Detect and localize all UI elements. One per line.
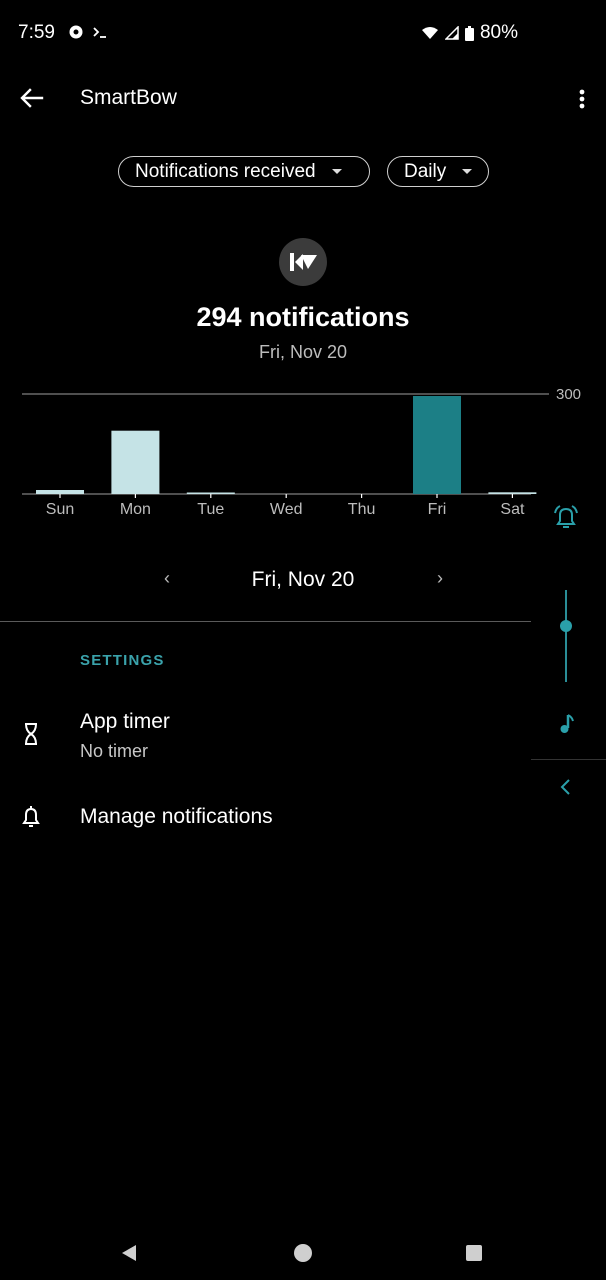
- daily-bar-chart: 300 Sun Mon Tue Wed Thu Fri Sat: [22, 386, 581, 518]
- bell-icon: [22, 806, 40, 827]
- x-tick-label: Fri: [428, 501, 447, 518]
- x-tick-label: Wed: [270, 501, 303, 518]
- app-title: SmartBow: [80, 86, 177, 109]
- bar-mon[interactable]: [111, 430, 160, 494]
- app-status-icon: [69, 25, 83, 39]
- nav-recents-icon[interactable]: [466, 1245, 482, 1261]
- ring-bell-icon[interactable]: [552, 503, 580, 531]
- x-tick-label: Sat: [500, 501, 525, 518]
- volume-panel-divider: [531, 759, 606, 760]
- app-timer-title: App timer: [80, 710, 170, 733]
- more-options-icon[interactable]: [568, 86, 596, 114]
- bar-sat[interactable]: [488, 492, 537, 494]
- bar-tue[interactable]: [186, 492, 235, 495]
- x-tick-label: Mon: [120, 501, 151, 518]
- x-tick-label: Sun: [46, 501, 74, 518]
- manage-notifications-title: Manage notifications: [80, 805, 273, 828]
- nav-back-icon[interactable]: [118, 1242, 140, 1264]
- battery-level: 80%: [479, 22, 518, 43]
- metric-dropdown[interactable]: Notifications received: [118, 156, 370, 187]
- next-day-chevron-icon[interactable]: ›: [428, 568, 452, 592]
- battery-icon: [464, 25, 474, 41]
- back-arrow-icon[interactable]: [18, 84, 46, 112]
- notification-count: 294 notifications: [196, 302, 410, 332]
- volume-slider-track[interactable]: [565, 590, 567, 682]
- app-icon: [279, 238, 327, 286]
- summary-date: Fri, Nov 20: [258, 342, 348, 362]
- y-tick-label: 300: [556, 386, 581, 403]
- period-dropdown-label: Daily: [404, 160, 447, 182]
- wifi-icon: [421, 27, 438, 39]
- dropdown-caret-icon: [462, 169, 473, 174]
- manage-notifications-row[interactable]: Manage notifications: [0, 790, 531, 846]
- collapse-chevron-icon[interactable]: [556, 776, 576, 798]
- bar-fri[interactable]: [413, 396, 461, 494]
- status-right: 80%: [421, 22, 518, 44]
- divider: [0, 621, 531, 622]
- x-tick-label: Thu: [348, 501, 376, 518]
- smartbow-logo-icon: [290, 253, 317, 271]
- app-timer-row[interactable]: App timer No timer: [0, 694, 531, 774]
- volume-slider-thumb[interactable]: [560, 620, 572, 632]
- nav-home-icon[interactable]: [294, 1244, 312, 1262]
- x-tick-label: Tue: [197, 501, 224, 518]
- metric-dropdown-label: Notifications received: [135, 160, 316, 182]
- status-notification-icons: [68, 24, 108, 40]
- music-note-icon[interactable]: [555, 712, 577, 736]
- selected-date: Fri, Nov 20: [251, 568, 355, 591]
- hourglass-icon: [25, 723, 37, 745]
- settings-header: SETTINGS: [80, 652, 165, 669]
- dropdown-caret-icon: [331, 169, 342, 174]
- status-time: 7:59: [18, 22, 55, 43]
- bar-sun[interactable]: [36, 490, 84, 494]
- terminal-icon: [93, 27, 106, 38]
- period-dropdown[interactable]: Daily: [387, 156, 489, 187]
- signal-icon: [444, 26, 459, 40]
- app-timer-subtitle: No timer: [80, 741, 149, 761]
